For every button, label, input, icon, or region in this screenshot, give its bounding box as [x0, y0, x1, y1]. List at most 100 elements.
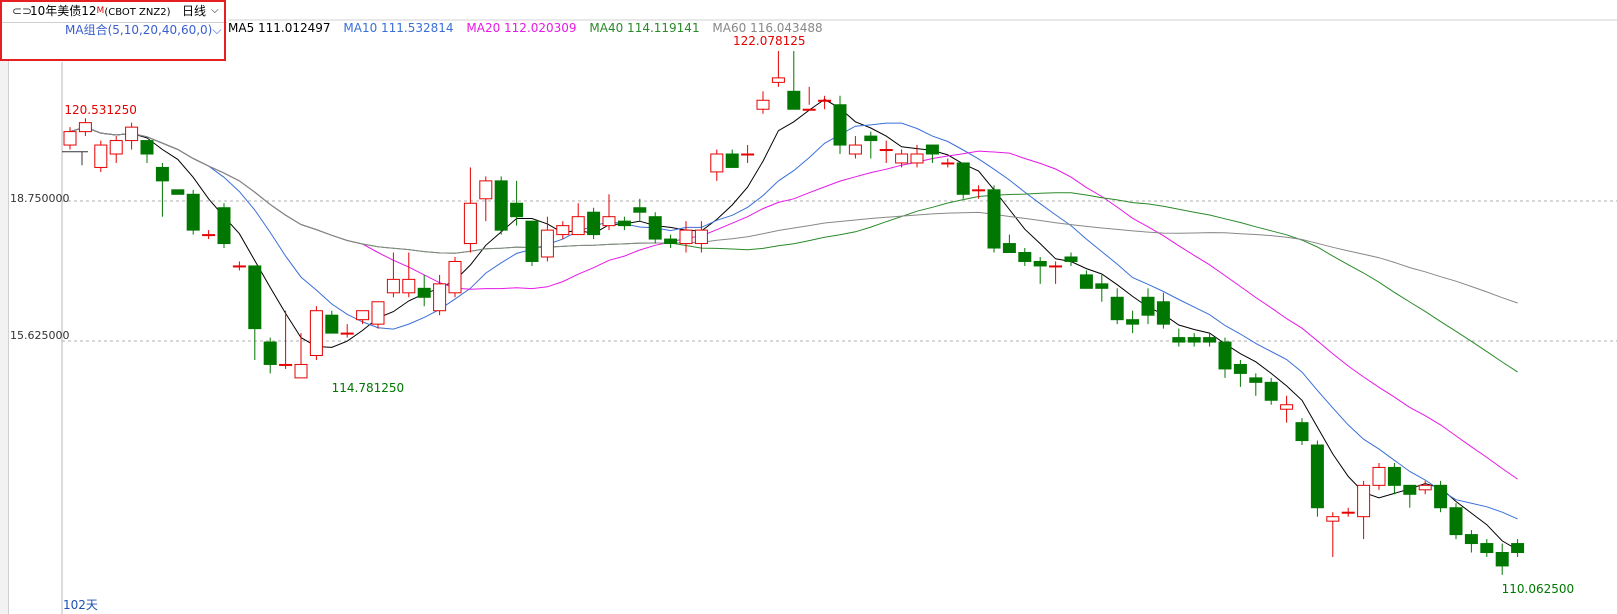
candle-down	[1018, 252, 1032, 262]
candle-down	[1434, 484, 1448, 509]
candle-up	[1357, 484, 1371, 518]
candle-up	[879, 149, 893, 152]
y-tick-label: 15.625000	[10, 329, 70, 342]
candle-down	[1203, 337, 1217, 343]
ma40-line	[69, 126, 1518, 373]
candle-up	[340, 332, 354, 335]
candle-down	[1310, 444, 1324, 509]
candle-up	[232, 265, 246, 268]
candle-down	[248, 265, 262, 330]
candle-up	[1049, 265, 1063, 268]
candlestick-chart[interactable]	[0, 0, 1617, 614]
candle-up	[448, 260, 462, 294]
ma60-value: MA60 116.043488	[712, 21, 823, 35]
candle-up	[94, 144, 108, 168]
candle-up	[63, 131, 77, 146]
candle-up	[1418, 484, 1432, 491]
candle-down	[864, 135, 878, 142]
candle-down	[1264, 381, 1278, 401]
candle-down	[1480, 543, 1494, 554]
candle-up	[1280, 404, 1294, 410]
candle-up	[694, 229, 708, 245]
candle-down	[1187, 337, 1201, 343]
candle-down	[1141, 296, 1155, 316]
candle-up	[479, 180, 493, 200]
left-price-label: 120.531250	[64, 103, 137, 118]
candle-down	[1403, 484, 1417, 495]
candle-up	[556, 225, 570, 236]
candle-up	[1326, 516, 1340, 522]
high-price-label: 122.078125	[733, 34, 806, 48]
instrument-code: (CBOT ZNZ2)	[104, 7, 171, 18]
candle-up	[386, 278, 400, 294]
candle-down	[140, 140, 154, 155]
candle-up	[309, 310, 323, 356]
candle-down	[263, 341, 277, 365]
candle-down	[155, 166, 169, 182]
ma60-line	[69, 126, 1518, 304]
candle-down	[525, 220, 539, 262]
candle-down	[1033, 260, 1047, 267]
candle-down	[587, 211, 601, 236]
candle-down	[1156, 301, 1170, 325]
candle-down	[1002, 243, 1016, 254]
candle-down	[1495, 552, 1509, 567]
candle-down	[987, 189, 1001, 249]
candle-layer	[63, 51, 1525, 575]
candle-down	[1218, 341, 1232, 370]
candle-down	[956, 162, 970, 195]
ma40-value: MA40 114.119141	[589, 21, 700, 35]
low-price-label: 114.781250	[331, 380, 405, 395]
candle-down	[1511, 543, 1525, 554]
candle-down	[1079, 274, 1093, 289]
last-low-price-label: 110.062500	[1501, 582, 1575, 596]
candle-up	[463, 202, 477, 245]
candle-down	[1110, 296, 1124, 321]
candle-up	[895, 153, 909, 164]
candle-down	[787, 90, 801, 110]
ma-combo-selector[interactable]: MA组合(5,10,20,40,60,0)⌵	[65, 21, 221, 38]
candle-down	[217, 207, 231, 245]
candle-up	[741, 153, 755, 156]
candle-down	[925, 144, 939, 155]
candle-down	[1233, 363, 1247, 374]
candle-up	[1341, 511, 1355, 514]
candle-up	[109, 140, 123, 155]
candle-up	[802, 108, 816, 111]
left-toolbar-strip	[0, 61, 9, 614]
candle-down	[1449, 507, 1463, 536]
candle-down	[1295, 422, 1309, 442]
candle-up	[972, 189, 986, 192]
candle-up	[125, 126, 139, 142]
candle-up	[710, 153, 724, 173]
candle-up	[1372, 466, 1386, 486]
candle-up	[294, 363, 308, 379]
candle-down	[1249, 377, 1263, 383]
candle-down	[171, 189, 185, 195]
ma5-line	[69, 98, 1518, 551]
candle-up	[818, 99, 832, 102]
candle-down	[1126, 319, 1140, 325]
candle-down	[494, 180, 508, 231]
instrument-header[interactable]: ⊂⊃ 10年美债12M(CBOT ZNZ2) 日线 ⌵	[0, 0, 227, 23]
y-tick-label: 18.750000	[10, 192, 70, 205]
candle-up	[602, 216, 616, 227]
candle-up	[371, 301, 385, 325]
moving-average-layer	[69, 98, 1518, 551]
candle-up	[756, 99, 770, 110]
candle-up	[910, 153, 924, 164]
candle-up	[571, 216, 585, 236]
candle-down	[648, 216, 662, 240]
candle-down	[664, 238, 678, 245]
period-selector[interactable]: 日线	[182, 0, 206, 22]
ma10-value: MA10 111.532814	[343, 21, 454, 35]
candle-down	[186, 193, 200, 231]
candle-up	[279, 363, 293, 366]
candle-up	[848, 144, 862, 155]
candle-down	[1464, 534, 1478, 545]
candle-down	[510, 202, 524, 218]
chevron-down-icon[interactable]: ⌵	[211, 0, 219, 22]
candle-up	[202, 234, 216, 237]
candle-down	[417, 287, 431, 298]
candle-up	[679, 229, 693, 245]
